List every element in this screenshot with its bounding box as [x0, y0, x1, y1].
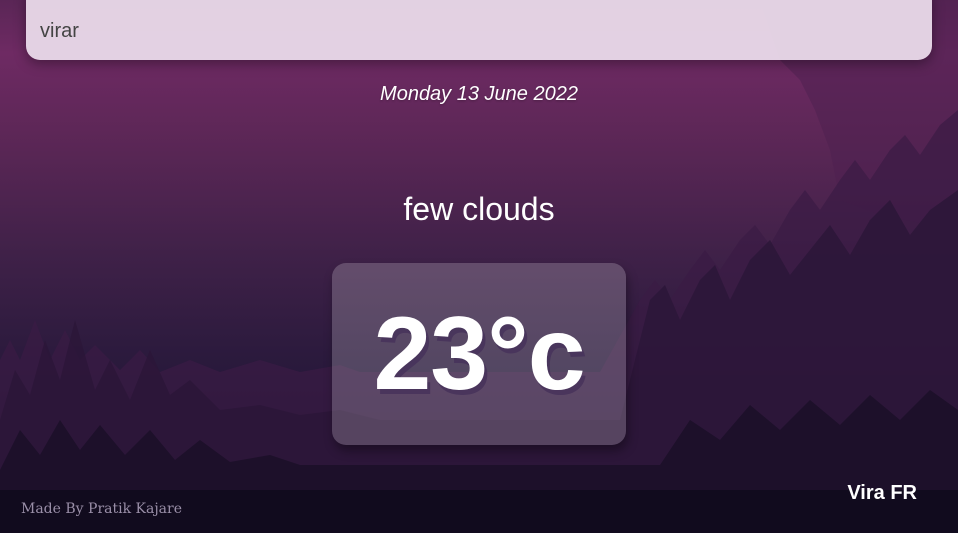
location-label: Vira FR	[847, 482, 917, 504]
credit-text: Made By Pratik Kajare	[21, 501, 182, 517]
search-input[interactable]	[40, 14, 900, 48]
search-box[interactable]	[26, 0, 932, 60]
date-label: Monday 13 June 2022	[380, 83, 578, 105]
temperature-card: 23°c	[332, 263, 626, 445]
weather-condition: few clouds	[403, 191, 555, 227]
temperature-value: 23°c	[373, 296, 585, 412]
